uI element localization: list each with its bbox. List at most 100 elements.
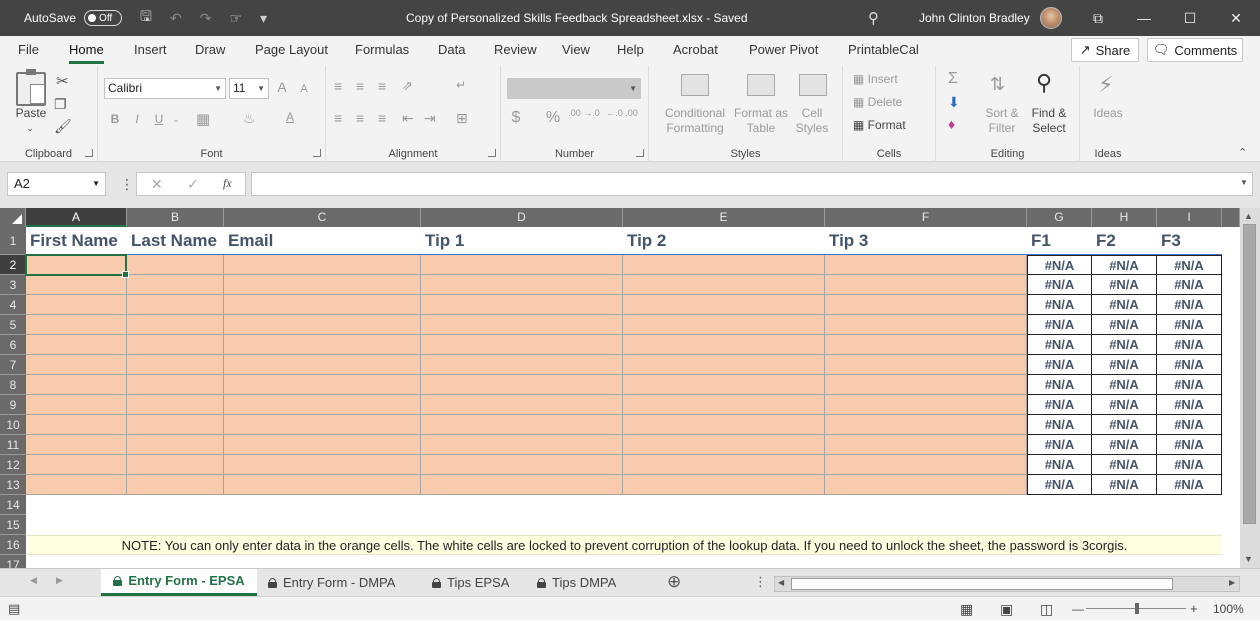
undo-icon[interactable]: ↶ — [170, 10, 182, 27]
entry-cell[interactable] — [26, 355, 127, 375]
minimize-icon[interactable]: — — [1124, 0, 1164, 36]
row-header-9[interactable]: 9 — [0, 395, 26, 415]
lookup-cell[interactable]: #N/A — [1027, 275, 1092, 295]
column-header-b[interactable]: B — [127, 208, 224, 227]
sheet-tab-entry-epsa[interactable]: Entry Form - EPSA — [101, 569, 257, 596]
sheet-tab-tips-dmpa[interactable]: Tips DMPA — [537, 569, 627, 596]
align-middle-icon[interactable]: ≡ — [356, 78, 364, 94]
zoom-level[interactable]: 100% — [1213, 597, 1244, 621]
entry-cell[interactable] — [127, 295, 224, 315]
row-header-6[interactable]: 6 — [0, 335, 26, 355]
lookup-cell[interactable]: #N/A — [1157, 255, 1222, 275]
tab-formulas[interactable]: Formulas — [355, 36, 409, 66]
entry-cell[interactable] — [127, 395, 224, 415]
row-header-4[interactable]: 4 — [0, 295, 26, 315]
number-launcher-icon[interactable] — [636, 149, 644, 157]
entry-cell[interactable] — [26, 335, 127, 355]
percent-button[interactable]: % — [545, 110, 561, 126]
share-button[interactable]: ↗ Share — [1071, 38, 1139, 62]
tab-page-layout[interactable]: Page Layout — [255, 36, 328, 66]
sheet-tab-tips-epsa[interactable]: Tips EPSA — [432, 569, 522, 596]
column-header-e[interactable]: E — [623, 208, 825, 227]
entry-cell[interactable] — [825, 335, 1027, 355]
tab-home[interactable]: Home — [69, 36, 104, 66]
entry-cell[interactable] — [224, 255, 421, 275]
ideas-button[interactable]: Ideas — [1086, 106, 1130, 121]
decrease-indent-icon[interactable]: ⇤ — [402, 110, 414, 127]
lookup-cell[interactable]: #N/A — [1092, 255, 1157, 275]
decrease-decimal-button[interactable]: ←.0 .00 — [605, 108, 639, 118]
entry-cell[interactable] — [623, 395, 825, 415]
tab-power-pivot[interactable]: Power Pivot — [749, 36, 818, 66]
row-header-16[interactable]: 16 — [0, 535, 26, 555]
entry-cell[interactable] — [127, 315, 224, 335]
avatar[interactable] — [1040, 7, 1062, 29]
entry-cell[interactable] — [127, 435, 224, 455]
row-header-14[interactable]: 14 — [0, 495, 26, 515]
zoom-thumb[interactable] — [1135, 603, 1139, 614]
insert-cells-button[interactable]: ▦ Insert — [853, 72, 927, 87]
lookup-cell[interactable]: #N/A — [1027, 335, 1092, 355]
entry-cell[interactable] — [623, 435, 825, 455]
header-cell-c[interactable]: Email — [224, 227, 421, 255]
entry-cell[interactable] — [825, 435, 1027, 455]
wrap-text-icon[interactable]: ↵ — [456, 78, 466, 92]
lookup-cell[interactable]: #N/A — [1027, 455, 1092, 475]
entry-cell[interactable] — [26, 315, 127, 335]
format-as-table-icon[interactable] — [747, 74, 775, 96]
lookup-cell[interactable]: #N/A — [1157, 415, 1222, 435]
tab-view[interactable]: View — [562, 36, 590, 66]
merge-center-icon[interactable]: ⊞ — [456, 110, 468, 127]
entry-cell[interactable] — [421, 475, 623, 495]
entry-cell[interactable] — [421, 375, 623, 395]
lookup-cell[interactable]: #N/A — [1027, 435, 1092, 455]
cancel-icon[interactable]: ✕ — [151, 176, 163, 193]
header-cell-a[interactable]: First Name — [26, 227, 127, 255]
tab-split-icon[interactable]: ⋮ — [754, 574, 767, 590]
increase-indent-icon[interactable]: ⇥ — [424, 110, 436, 127]
header-cell-h[interactable]: F2 — [1092, 227, 1157, 255]
row-header-1[interactable]: 1 — [0, 227, 26, 255]
row-header-3[interactable]: 3 — [0, 275, 26, 295]
entry-cell[interactable] — [825, 415, 1027, 435]
entry-cell[interactable] — [421, 415, 623, 435]
align-center-icon[interactable]: ≡ — [356, 110, 364, 126]
entry-cell[interactable] — [825, 375, 1027, 395]
entry-cell[interactable] — [623, 355, 825, 375]
entry-cell[interactable] — [623, 295, 825, 315]
cut-icon[interactable]: ✂ — [56, 72, 69, 90]
shrink-font-button[interactable]: A — [295, 82, 313, 97]
align-top-icon[interactable]: ≡ — [334, 78, 342, 94]
scroll-up-icon[interactable]: ▲ — [1244, 211, 1253, 221]
page-layout-view-icon[interactable]: ▣ — [1000, 597, 1013, 621]
row-header-13[interactable]: 13 — [0, 475, 26, 495]
entry-cell[interactable] — [421, 335, 623, 355]
borders-icon[interactable]: ▦ — [196, 110, 210, 128]
copy-icon[interactable]: ❐ — [54, 96, 67, 113]
autosum-icon[interactable]: Σ — [948, 70, 958, 88]
tab-insert[interactable]: Insert — [134, 36, 167, 66]
search-icon[interactable]: ⚲ — [868, 9, 886, 27]
customize-toolbar-icon[interactable]: ▾ — [260, 10, 267, 27]
find-select-button[interactable]: Find & Select — [1026, 106, 1072, 136]
entry-cell[interactable] — [421, 455, 623, 475]
column-header-i[interactable]: I — [1157, 208, 1222, 227]
entry-cell[interactable] — [421, 255, 623, 275]
lookup-cell[interactable]: #N/A — [1027, 315, 1092, 335]
entry-cell[interactable] — [127, 415, 224, 435]
lookup-cell[interactable]: #N/A — [1027, 255, 1092, 275]
entry-cell[interactable] — [224, 335, 421, 355]
entry-cell[interactable] — [224, 275, 421, 295]
lookup-cell[interactable]: #N/A — [1157, 455, 1222, 475]
entry-cell[interactable] — [623, 315, 825, 335]
clipboard-launcher-icon[interactable] — [85, 149, 93, 157]
grow-font-button[interactable]: A — [273, 80, 291, 95]
currency-button[interactable]: $ — [509, 110, 523, 126]
lookup-cell[interactable]: #N/A — [1027, 295, 1092, 315]
zoom-out-icon[interactable]: — — [1072, 597, 1084, 621]
lookup-cell[interactable]: #N/A — [1027, 395, 1092, 415]
tab-scroll-left-icon[interactable]: ◀ — [30, 575, 37, 586]
entry-cell[interactable] — [224, 435, 421, 455]
horizontal-scrollbar[interactable]: ◀ ▶ — [774, 576, 1240, 592]
lookup-cell[interactable]: #N/A — [1157, 475, 1222, 495]
